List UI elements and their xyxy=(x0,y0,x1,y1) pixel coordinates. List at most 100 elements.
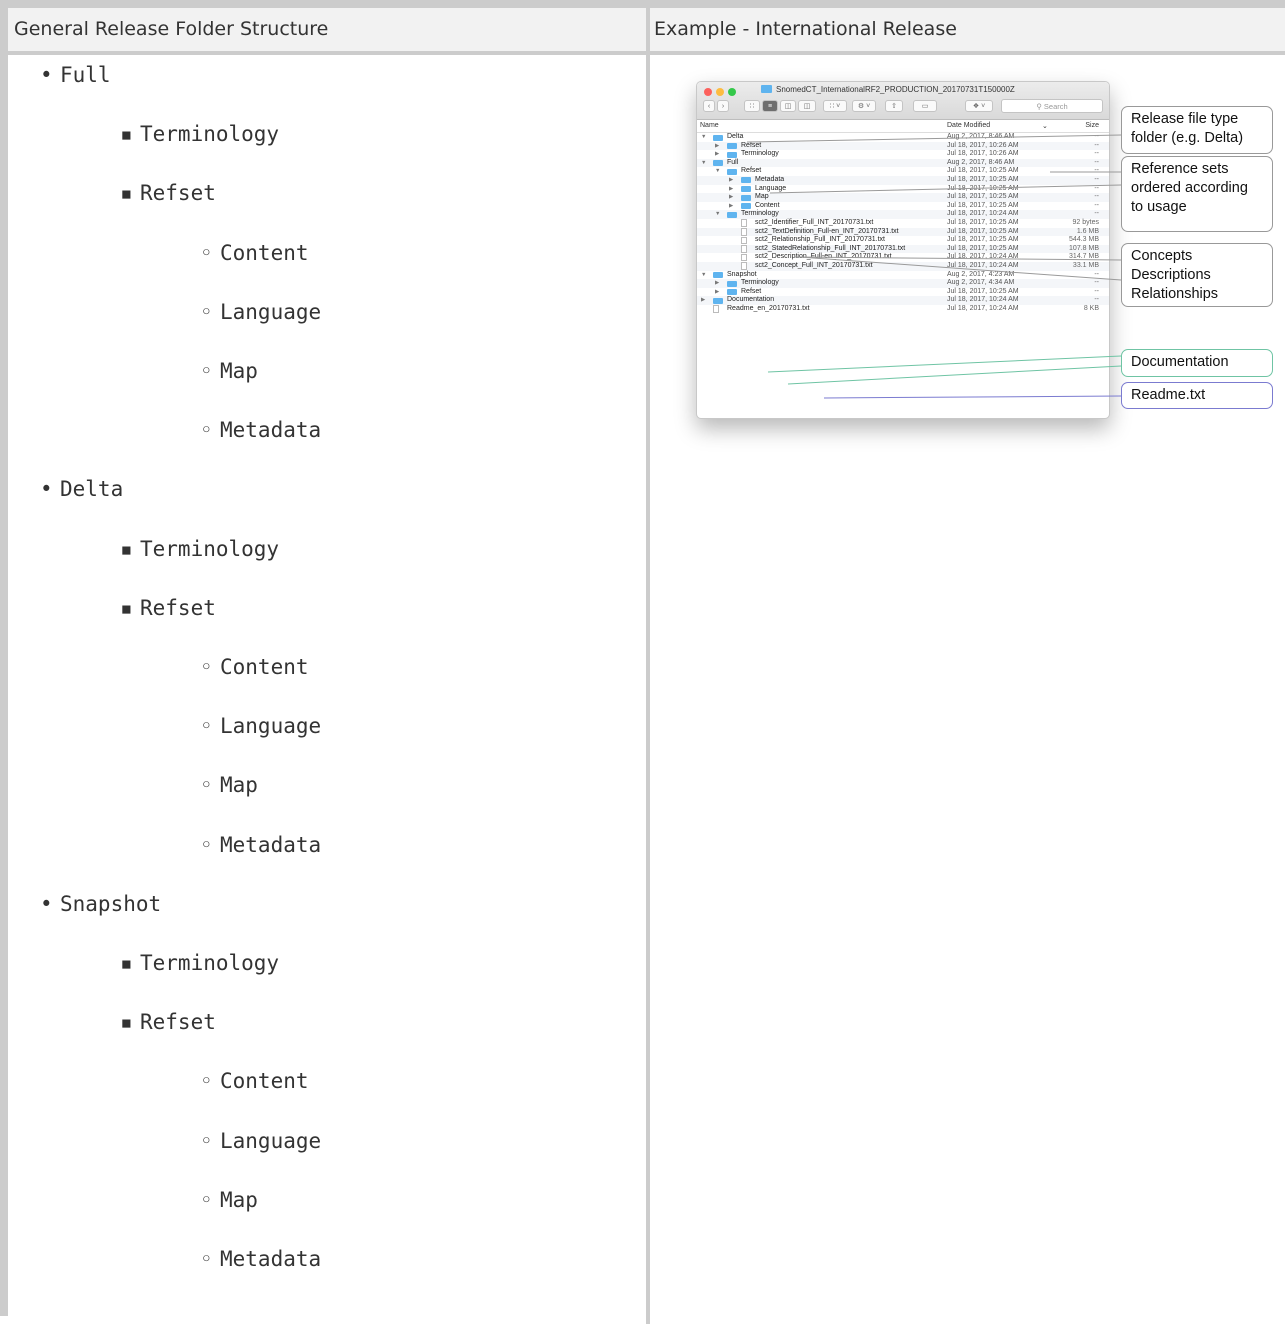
file-name: sct2_Identifier_Full_INT_20170731.txt xyxy=(755,218,874,226)
tree-item-label: Metadata xyxy=(220,418,322,443)
file-row[interactable]: ▼ Terminology Jul 18, 2017, 10:24 AM -- xyxy=(697,210,1109,219)
share-icon[interactable]: ⇧ xyxy=(885,100,903,112)
file-row[interactable]: sct2_Identifier_Full_INT_20170731.txt Jul… xyxy=(697,219,1109,228)
disclosure-closed-icon[interactable]: ▶ xyxy=(729,193,733,202)
callout-release-type-line-1: Release file type xyxy=(1131,111,1239,127)
callout-release-type-line-2: folder (e.g. Delta) xyxy=(1131,130,1244,146)
group-button[interactable]: ∷ ˅ xyxy=(823,100,847,112)
disclosure-closed-icon[interactable]: ▶ xyxy=(715,279,719,288)
search-input[interactable]: ⚲ Search xyxy=(1001,99,1103,113)
file-row[interactable]: ▶ Content Jul 18, 2017, 10:25 AM -- xyxy=(697,202,1109,211)
file-row[interactable]: ▶ Terminology Jul 18, 2017, 10:26 AM -- xyxy=(697,150,1109,159)
file-name: Documentation xyxy=(727,296,775,304)
tree-item-level-2: ◦ Content xyxy=(200,655,309,679)
file-row[interactable]: ▼ Delta Aug 2, 2017, 8:46 AM -- xyxy=(697,133,1109,142)
file-row[interactable]: ▼ Full Aug 2, 2017, 8:46 AM -- xyxy=(697,158,1109,168)
bullet-icon: • xyxy=(40,891,53,916)
folder-icon xyxy=(741,186,751,193)
tree-item-label: Refset xyxy=(140,595,216,620)
list-view-button[interactable]: ≡ xyxy=(762,100,778,112)
column-view-button[interactable]: ◫ xyxy=(780,100,796,112)
bullet-icon: ◦ xyxy=(200,418,213,443)
tree-item-label: Terminology xyxy=(140,536,280,561)
disclosure-closed-icon[interactable]: ▶ xyxy=(715,142,719,151)
sort-chevron-icon[interactable]: ⌄ xyxy=(1042,122,1048,130)
folder-icon xyxy=(713,160,723,167)
dropbox-icon[interactable]: ❖ ˅ xyxy=(965,100,993,112)
zoom-icon[interactable] xyxy=(728,88,736,96)
tree-item-label: Map xyxy=(220,1187,258,1212)
disclosure-open-icon[interactable]: ▼ xyxy=(701,133,706,142)
file-row[interactable]: ▶ Documentation Jul 18, 2017, 10:24 AM -- xyxy=(697,296,1109,305)
file-date: Aug 2, 2017, 4:34 AM xyxy=(947,279,1015,287)
disclosure-closed-icon[interactable]: ▶ xyxy=(715,150,719,159)
file-icon xyxy=(741,236,747,245)
file-size: 107.8 MB xyxy=(1069,244,1099,252)
right-column-header: Example - International Release xyxy=(654,18,957,40)
disclosure-open-icon[interactable]: ▼ xyxy=(715,210,720,219)
callout-reference-sets: Reference sets ordered according to usag… xyxy=(1121,156,1273,232)
gear-icon[interactable]: ⚙ ˅ xyxy=(852,100,876,112)
disclosure-closed-icon[interactable]: ▶ xyxy=(729,202,733,211)
date-column-header[interactable]: Date Modified xyxy=(947,122,990,129)
disclosure-open-icon[interactable]: ▼ xyxy=(701,271,706,280)
disclosure-closed-icon[interactable]: ▶ xyxy=(715,288,719,297)
file-date: Jul 18, 2017, 10:25 AM xyxy=(947,193,1019,201)
cover-flow-button[interactable]: ◫ xyxy=(798,100,816,112)
file-row[interactable]: ▶ Map Jul 18, 2017, 10:25 AM -- xyxy=(697,193,1109,202)
file-size: -- xyxy=(1094,270,1099,278)
file-date: Jul 18, 2017, 10:24 AM xyxy=(947,296,1019,304)
finder-window: SnomedCT_InternationalRF2_PRODUCTION_201… xyxy=(696,81,1110,419)
tree-item-label: Content xyxy=(220,1069,309,1094)
file-row[interactable]: ▶ Refset Jul 18, 2017, 10:25 AM -- xyxy=(697,288,1109,297)
disclosure-closed-icon[interactable]: ▶ xyxy=(729,185,733,194)
file-size: -- xyxy=(1094,279,1099,287)
file-row[interactable]: ▶ Language Jul 18, 2017, 10:25 AM -- xyxy=(697,185,1109,194)
file-row[interactable]: sct2_TextDefinition_Full-en_INT_20170731… xyxy=(697,227,1109,237)
file-row[interactable]: sct2_Description_Full-en_INT_20170731.tx… xyxy=(697,253,1109,262)
forward-button[interactable]: › xyxy=(717,100,729,112)
minimize-icon[interactable] xyxy=(716,88,724,96)
callout-concepts: Concepts Descriptions Relationships xyxy=(1121,243,1273,307)
tree-item-level-1: ▪ Terminology xyxy=(120,951,279,975)
icon-view-button[interactable]: ∷ xyxy=(744,100,760,112)
file-name: Refset xyxy=(741,141,762,149)
file-row[interactable]: sct2_StatedRelationship_Full_INT_2017073… xyxy=(697,244,1109,254)
tree-item-label: Content xyxy=(220,240,309,265)
file-row[interactable]: sct2_Relationship_Full_INT_20170731.txt J… xyxy=(697,236,1109,245)
file-date: Aug 2, 2017, 4:23 AM xyxy=(947,270,1015,278)
file-row[interactable]: ▼ Refset Jul 18, 2017, 10:25 AM -- xyxy=(697,167,1109,176)
file-row[interactable]: ▶ Refset Jul 18, 2017, 10:26 AM -- xyxy=(697,141,1109,151)
close-icon[interactable] xyxy=(704,88,712,96)
file-icon xyxy=(713,305,719,313)
file-name: Snapshot xyxy=(727,270,757,278)
bullet-icon: ◦ xyxy=(200,299,213,324)
bullet-icon: ◦ xyxy=(200,773,213,798)
callout-readme-text: Readme.txt xyxy=(1131,387,1206,403)
file-list: ▼ Delta Aug 2, 2017, 8:46 AM -- ▶ Refset Jul 1… xyxy=(697,133,1109,313)
tree-item-level-2: ◦ Language xyxy=(200,1129,321,1153)
file-name: Terminology xyxy=(741,150,779,158)
disclosure-closed-icon[interactable]: ▶ xyxy=(729,176,733,185)
column-header: Name Date Modified ⌄ Size xyxy=(697,120,1109,133)
tree-item-level-0: • Delta xyxy=(40,477,123,501)
disclosure-open-icon[interactable]: ▼ xyxy=(715,167,720,176)
disclosure-closed-icon[interactable]: ▶ xyxy=(701,296,705,305)
back-button[interactable]: ‹ xyxy=(703,100,715,112)
callout-readme: Readme.txt xyxy=(1121,382,1273,409)
file-row[interactable]: ▶ Metadata Jul 18, 2017, 10:25 AM -- xyxy=(697,175,1109,185)
bullet-icon: ▪ xyxy=(120,122,133,147)
callout-reference-sets-line-1: Reference sets xyxy=(1131,161,1229,177)
name-column-header[interactable]: Name xyxy=(700,122,719,129)
file-name: Full xyxy=(727,158,739,166)
callout-reference-sets-line-2: ordered according xyxy=(1131,180,1248,196)
size-column-header[interactable]: Size xyxy=(1085,122,1099,129)
file-row[interactable]: sct2_Concept_Full_INT_20170731.txt Jul 18… xyxy=(697,261,1109,271)
finder-titlebar: SnomedCT_InternationalRF2_PRODUCTION_201… xyxy=(697,82,1109,120)
disclosure-open-icon[interactable]: ▼ xyxy=(701,159,706,168)
file-row[interactable]: ▼ Snapshot Aug 2, 2017, 4:23 AM -- xyxy=(697,271,1109,280)
file-row[interactable]: ▶ Terminology Aug 2, 2017, 4:34 AM -- xyxy=(697,279,1109,288)
file-row[interactable]: Readme_en_20170731.txt Jul 18, 2017, 10:2… xyxy=(697,305,1109,314)
file-icon xyxy=(741,245,747,253)
tag-icon[interactable]: ▭ xyxy=(913,100,937,112)
